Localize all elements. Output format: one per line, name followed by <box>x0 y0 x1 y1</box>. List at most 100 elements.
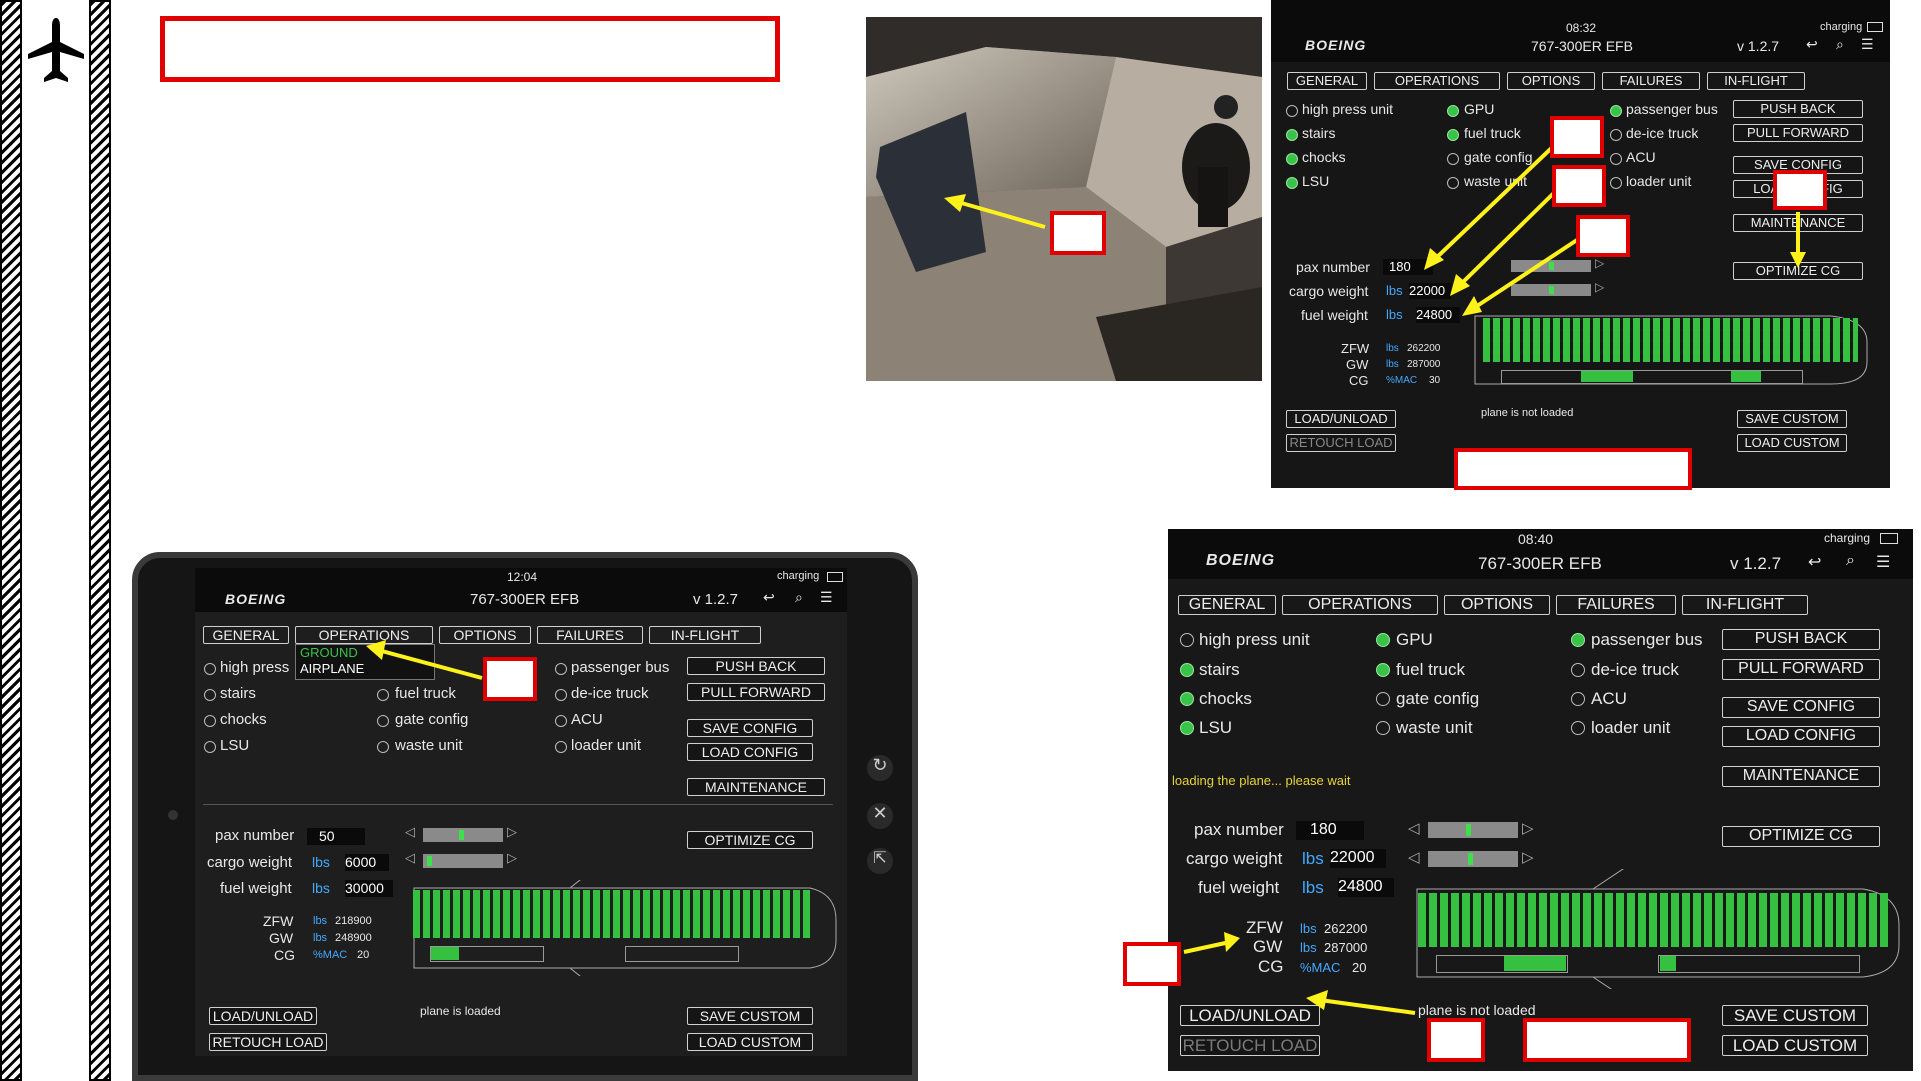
pax-slider-knob[interactable] <box>459 830 464 840</box>
tab-operations[interactable]: OPERATIONS <box>1374 72 1500 90</box>
cargo-increase-icon[interactable]: ▷ <box>1522 848 1534 866</box>
radio-stairs[interactable] <box>1286 129 1298 141</box>
tab-failures[interactable]: FAILURES <box>537 626 643 644</box>
radio-high-press[interactable] <box>204 663 216 675</box>
cargo-slider-knob[interactable] <box>1468 853 1473 865</box>
back-icon[interactable]: ↩ <box>1808 552 1821 572</box>
share-icon[interactable]: ⇱ <box>867 848 893 874</box>
save-config-button[interactable]: SAVE CONFIG <box>687 719 813 737</box>
tab-failures[interactable]: FAILURES <box>1556 595 1676 615</box>
radio-de-ice-truck[interactable] <box>1571 663 1585 677</box>
radio-fuel-truck[interactable] <box>377 689 389 701</box>
tab-failures[interactable]: FAILURES <box>1602 72 1700 90</box>
fuel-weight-field[interactable]: 24800 <box>1338 878 1394 897</box>
load-unload-button[interactable]: LOAD/UNLOAD <box>1286 410 1396 428</box>
tab-in-flight[interactable]: IN-FLIGHT <box>1707 72 1805 90</box>
radio-passenger-bus[interactable] <box>555 663 567 675</box>
cargo-decrease-icon[interactable]: ◁ <box>405 850 415 866</box>
optimize-cg-button[interactable]: OPTIMIZE CG <box>687 831 813 849</box>
pax-slider[interactable] <box>423 828 503 842</box>
save-custom-button[interactable]: SAVE CUSTOM <box>1722 1005 1868 1026</box>
radio-chocks[interactable] <box>1180 692 1194 706</box>
radio-high-press-unit[interactable] <box>1180 633 1194 647</box>
tab-options[interactable]: OPTIONS <box>1507 72 1595 90</box>
radio-passenger-bus[interactable] <box>1571 633 1585 647</box>
pax-decrease-icon[interactable]: ◁ <box>405 824 415 840</box>
retouch-load-button[interactable]: RETOUCH LOAD <box>1286 434 1396 452</box>
load-custom-button[interactable]: LOAD CUSTOM <box>1737 434 1847 452</box>
push-back-button[interactable]: PUSH BACK <box>1733 100 1863 118</box>
radio-gate-config[interactable] <box>377 715 389 727</box>
save-custom-button[interactable]: SAVE CUSTOM <box>1737 410 1847 428</box>
radio-waste-unit[interactable] <box>377 741 389 753</box>
zoom-icon[interactable]: ⌕ <box>795 589 803 606</box>
tab-general[interactable]: GENERAL <box>203 626 289 644</box>
tab-in-flight[interactable]: IN-FLIGHT <box>1682 595 1808 615</box>
radio-fuel-truck[interactable] <box>1376 663 1390 677</box>
radio-waste-unit[interactable] <box>1376 721 1390 735</box>
zoom-icon[interactable]: ⌕ <box>1836 36 1844 53</box>
tab-general[interactable]: GENERAL <box>1178 595 1276 615</box>
load-unload-button[interactable]: LOAD/UNLOAD <box>209 1007 317 1025</box>
radio-stairs[interactable] <box>204 689 216 701</box>
back-icon[interactable]: ↩ <box>1806 36 1818 53</box>
cargo-slider[interactable] <box>1428 851 1518 867</box>
cargo-weight-field[interactable]: 6000 <box>345 854 389 871</box>
retouch-load-button[interactable]: RETOUCH LOAD <box>209 1033 327 1051</box>
radio-passenger-bus[interactable] <box>1610 105 1622 117</box>
pax-slider-knob[interactable] <box>1466 824 1471 836</box>
radio-gate-config[interactable] <box>1376 692 1390 706</box>
cargo-slider-knob[interactable] <box>427 856 432 866</box>
optimize-cg-button[interactable]: OPTIMIZE CG <box>1722 826 1880 847</box>
radio-lsu[interactable] <box>1180 721 1194 735</box>
pull-forward-button[interactable]: PULL FORWARD <box>687 683 825 701</box>
menu-icon[interactable]: ☰ <box>820 589 833 606</box>
radio-lsu[interactable] <box>1286 177 1298 189</box>
maintenance-button[interactable]: MAINTENANCE <box>687 778 825 796</box>
fuel-weight-field[interactable]: 30000 <box>345 880 393 897</box>
pull-forward-button[interactable]: PULL FORWARD <box>1722 659 1880 680</box>
back-icon[interactable]: ↩ <box>763 589 775 606</box>
load-custom-button[interactable]: LOAD CUSTOM <box>1722 1035 1868 1056</box>
radio-stairs[interactable] <box>1180 663 1194 677</box>
tab-in-flight[interactable]: IN-FLIGHT <box>649 626 761 644</box>
tab-operations[interactable]: OPERATIONS <box>1282 595 1438 615</box>
load-config-button[interactable]: LOAD CONFIG <box>687 743 813 761</box>
close-icon[interactable]: ✕ <box>867 803 893 829</box>
zoom-icon[interactable]: ⌕ <box>1846 552 1855 570</box>
save-custom-button[interactable]: SAVE CUSTOM <box>687 1007 813 1025</box>
load-custom-button[interactable]: LOAD CUSTOM <box>687 1033 813 1051</box>
radio-acu[interactable] <box>1571 692 1585 706</box>
tab-general[interactable]: GENERAL <box>1287 72 1367 90</box>
radio-lsu[interactable] <box>204 741 216 753</box>
menu-icon[interactable]: ☰ <box>1861 36 1874 53</box>
radio-chocks[interactable] <box>204 715 216 727</box>
tab-options[interactable]: OPTIONS <box>1444 595 1550 615</box>
radio-gpu[interactable] <box>1447 105 1459 117</box>
save-config-button[interactable]: SAVE CONFIG <box>1722 697 1880 718</box>
pax-number-field[interactable]: 50 <box>307 828 365 845</box>
menu-icon[interactable]: ☰ <box>1876 552 1890 572</box>
radio-acu[interactable] <box>555 715 567 727</box>
refresh-icon[interactable]: ↻ <box>867 755 893 781</box>
load-config-button[interactable]: LOAD CONFIG <box>1722 726 1880 747</box>
pax-increase-icon[interactable]: ▷ <box>507 824 517 840</box>
radio-high-press-unit[interactable] <box>1286 105 1298 117</box>
maintenance-button[interactable]: MAINTENANCE <box>1722 766 1880 787</box>
radio-loader-unit[interactable] <box>1571 721 1585 735</box>
radio-chocks[interactable] <box>1286 153 1298 165</box>
push-back-button[interactable]: PUSH BACK <box>1722 629 1880 650</box>
pax-decrease-icon[interactable]: ◁ <box>1408 819 1420 837</box>
cargo-increase-icon[interactable]: ▷ <box>507 850 517 866</box>
push-back-button[interactable]: PUSH BACK <box>687 657 825 675</box>
radio-gpu[interactable] <box>1376 633 1390 647</box>
cargo-slider[interactable] <box>423 854 503 868</box>
cargo-weight-field[interactable]: 22000 <box>1330 849 1386 868</box>
cargo-decrease-icon[interactable]: ◁ <box>1408 848 1420 866</box>
pax-number-field[interactable]: 180 <box>1296 821 1364 840</box>
retouch-load-button[interactable]: RETOUCH LOAD <box>1180 1035 1320 1056</box>
pax-increase-icon[interactable]: ▷ <box>1522 819 1534 837</box>
pax-slider[interactable] <box>1428 822 1518 838</box>
radio-de-ice-truck[interactable] <box>555 689 567 701</box>
radio-loader-unit[interactable] <box>555 741 567 753</box>
